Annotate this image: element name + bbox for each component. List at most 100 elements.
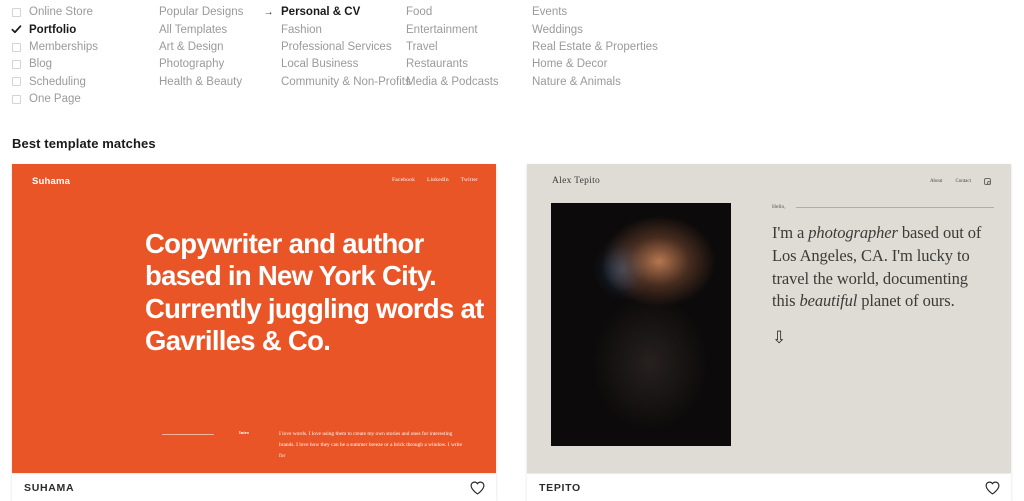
filter-item-one-page[interactable]: One Page <box>12 90 142 107</box>
scroll-down-arrow-icon: ⇩ <box>772 328 787 348</box>
checkbox-icon[interactable] <box>12 94 21 104</box>
filter-item-label: Food <box>406 6 433 19</box>
filter-marker-spacer <box>515 8 524 17</box>
template-name-tepito: TEPITO <box>539 481 581 494</box>
tepito-text-block: Hello, I'm a photographer based out of L… <box>772 204 994 346</box>
filter-item-label: Local Business <box>281 58 359 71</box>
filter-item-label: Memberships <box>29 40 99 53</box>
filter-marker-spacer <box>142 60 151 69</box>
filter-item-label: Health & Beauty <box>159 75 243 88</box>
filter-column-categories-1: Popular Designs All Templates Art & Design… <box>142 4 264 108</box>
filter-item-label: Personal & CV <box>281 6 361 19</box>
suhama-body-text: I love words. I love using them to creat… <box>279 431 463 460</box>
checkbox-icon[interactable] <box>12 77 21 87</box>
filter-item-travel[interactable]: Travel <box>389 39 515 56</box>
filter-item-label: One Page <box>29 92 81 105</box>
portrait-photo <box>551 203 731 446</box>
tepito-greeting: Hello, <box>772 204 786 210</box>
checkbox-icon[interactable] <box>12 60 21 70</box>
card-footer-suhama: SUHAMA <box>12 473 496 501</box>
filter-item-label: Popular Designs <box>159 6 244 19</box>
filter-item-photography[interactable]: Photography <box>142 56 264 73</box>
suhama-logo: Suhama <box>32 176 71 187</box>
heart-icon[interactable] <box>983 479 1001 497</box>
filter-item-label: Entertainment <box>406 23 478 36</box>
filter-item-online-store[interactable]: Online Store <box>12 4 142 21</box>
filter-item-home-decor[interactable]: Home & Decor <box>515 56 675 73</box>
filter-item-label: Blog <box>29 58 53 71</box>
filter-column-categories-4: Events Weddings Real Estate & Properties Ho… <box>515 4 675 108</box>
filter-marker-spacer <box>389 25 398 34</box>
filter-item-fashion[interactable]: Fashion <box>264 21 389 38</box>
tepito-greeting-row: Hello, <box>772 204 994 210</box>
checkbox-icon[interactable] <box>12 42 21 52</box>
checkbox-icon[interactable] <box>12 8 21 18</box>
suhama-canvas: Suhama Facebook LinkedIn Twitter Copywri… <box>12 164 496 473</box>
filter-item-local-business[interactable]: Local Business <box>264 56 389 73</box>
tepito-body-part-3: planet of ours. <box>857 291 955 311</box>
results-section: Best template matches Suhama Facebook Li… <box>0 118 1024 501</box>
filter-column-categories-3: Food Entertainment Travel Restaurants Media … <box>389 4 515 108</box>
filter-item-nature-animals[interactable]: Nature & Animals <box>515 73 675 90</box>
filter-marker-spacer <box>515 25 524 34</box>
filter-marker-spacer <box>515 60 524 69</box>
filter-marker-spacer <box>264 25 273 34</box>
tepito-canvas: Alex Tepito About Contact Hello, I'm a p… <box>527 164 1011 473</box>
suhama-divider-rule <box>162 434 214 435</box>
template-preview-suhama[interactable]: Suhama Facebook LinkedIn Twitter Copywri… <box>12 164 496 473</box>
filter-item-label: Home & Decor <box>532 58 608 71</box>
filter-marker-spacer <box>515 77 524 86</box>
filter-item-health-beauty[interactable]: Health & Beauty <box>142 73 264 90</box>
filter-item-label: Media & Podcasts <box>406 75 499 88</box>
filter-item-art-design[interactable]: Art & Design <box>142 39 264 56</box>
card-footer-tepito: TEPITO <box>527 473 1011 501</box>
suhama-nav: Facebook LinkedIn Twitter <box>392 177 478 183</box>
filter-item-label: All Templates <box>159 23 228 36</box>
filter-marker-spacer <box>389 43 398 52</box>
filter-marker-spacer <box>264 43 273 52</box>
suhama-nav-facebook: Facebook <box>392 177 416 183</box>
tepito-body-emphasis-2: beautiful <box>799 291 858 311</box>
filter-item-label: Travel <box>406 40 438 53</box>
template-card-grid: Suhama Facebook LinkedIn Twitter Copywri… <box>0 164 1024 501</box>
filter-item-media-podcasts[interactable]: Media & Podcasts <box>389 73 515 90</box>
filter-item-weddings[interactable]: Weddings <box>515 21 675 38</box>
filter-marker-spacer <box>142 77 151 86</box>
template-preview-tepito[interactable]: Alex Tepito About Contact Hello, I'm a p… <box>527 164 1011 473</box>
filter-item-memberships[interactable]: Memberships <box>12 39 142 56</box>
filter-item-food[interactable]: Food <box>389 4 515 21</box>
heart-icon[interactable] <box>468 479 486 497</box>
filter-item-scheduling[interactable]: Scheduling <box>12 73 142 90</box>
filter-item-label: Fashion <box>281 23 322 36</box>
filter-item-real-estate-properties[interactable]: Real Estate & Properties <box>515 39 675 56</box>
filter-item-community-non-profits[interactable]: Community & Non-Profits <box>264 73 411 90</box>
template-card-tepito[interactable]: Alex Tepito About Contact Hello, I'm a p… <box>527 164 1011 501</box>
tepito-body-text: I'm a photographer based out of Los Ange… <box>772 222 994 313</box>
filter-item-events[interactable]: Events <box>515 4 675 21</box>
filter-item-professional-services[interactable]: Professional Services <box>264 39 392 56</box>
filter-marker-spacer <box>389 8 398 17</box>
filter-item-personal-cv[interactable]: → Personal & CV <box>264 4 389 21</box>
filter-item-all-templates[interactable]: All Templates <box>142 21 264 38</box>
filter-item-restaurants[interactable]: Restaurants <box>389 56 515 73</box>
filter-item-blog[interactable]: Blog <box>12 56 142 73</box>
tepito-body-part-1: I'm a <box>772 223 809 242</box>
filter-marker-spacer <box>515 43 524 52</box>
template-name-suhama: SUHAMA <box>24 481 75 494</box>
filter-column-categories-2: → Personal & CV Fashion Professional Servic… <box>264 4 411 108</box>
filter-item-entertainment[interactable]: Entertainment <box>389 21 515 38</box>
filter-marker-spacer <box>389 77 398 86</box>
tepito-greeting-rule <box>795 206 994 208</box>
tepito-nav-contact: Contact <box>955 179 971 184</box>
checkbox-checked-icon[interactable] <box>11 25 22 34</box>
filter-item-portfolio[interactable]: Portfolio <box>11 21 142 38</box>
filter-item-popular-designs[interactable]: Popular Designs <box>142 4 264 21</box>
filter-marker-spacer <box>264 60 273 69</box>
tepito-nav: About Contact <box>930 178 991 185</box>
filter-marker-spacer <box>389 60 398 69</box>
suhama-nav-twitter: Twitter <box>460 177 478 183</box>
template-card-suhama[interactable]: Suhama Facebook LinkedIn Twitter Copywri… <box>12 164 496 501</box>
filter-item-label: Scheduling <box>29 75 86 88</box>
filter-item-label: Nature & Animals <box>532 75 621 88</box>
instagram-icon <box>984 178 991 185</box>
